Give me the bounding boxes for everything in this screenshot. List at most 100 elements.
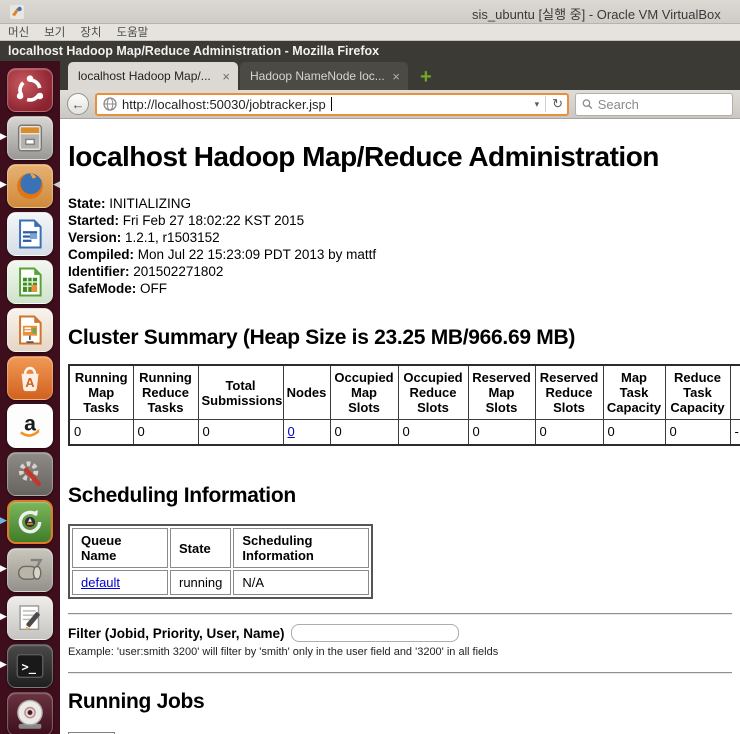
table-row: default running N/A [72, 570, 369, 595]
cell-truncated: - [730, 420, 740, 446]
tab-strip: localhost Hadoop Map/... × Hadoop NameNo… [60, 61, 740, 90]
divider [68, 613, 732, 615]
running-jobs-heading: Running Jobs [68, 690, 740, 714]
printer-roller-icon[interactable] [7, 548, 53, 592]
running-marker-firefox: ▶ [0, 180, 7, 189]
col-header: Map Task Capacity [603, 365, 665, 420]
col-header: Scheduling Information [233, 528, 369, 568]
system-settings-icon[interactable] [7, 452, 53, 496]
col-header: Ta [730, 365, 740, 420]
terminal-icon[interactable]: >_ [7, 644, 53, 688]
page-title: localhost Hadoop Map/Reduce Administrati… [68, 141, 740, 173]
libreoffice-writer-icon[interactable] [7, 212, 53, 256]
col-header: Reserved Map Slots [468, 365, 535, 420]
software-updater-icon[interactable] [7, 500, 53, 544]
scheduling-table: Queue Name State Scheduling Information … [68, 524, 373, 599]
cell-running-reduce: 0 [133, 420, 198, 446]
navigation-toolbar: ← http://localhost:50030/jobtracker.jsp … [60, 90, 740, 119]
divider [68, 672, 732, 674]
scheduling-heading: Scheduling Information [68, 484, 740, 508]
firefox-icon[interactable] [7, 164, 53, 208]
back-button[interactable]: ← [67, 93, 89, 115]
col-header: Running Reduce Tasks [133, 365, 198, 420]
cluster-summary-heading: Cluster Summary (Heap Size is 23.25 MB/9… [68, 326, 740, 350]
running-marker-terminal: ▶ [0, 660, 7, 669]
menu-help[interactable]: 도움말 [117, 24, 149, 40]
cell-running-map: 0 [69, 420, 133, 446]
queue-default-link[interactable]: default [81, 575, 120, 590]
col-header: Total Submissions [198, 365, 283, 420]
col-header: Running Map Tasks [69, 365, 133, 420]
compiled-line: Compiled: Mon Jul 22 15:23:09 PDT 2013 b… [68, 246, 740, 263]
globe-icon [103, 97, 117, 111]
menu-devices[interactable]: 장치 [80, 24, 101, 40]
libreoffice-impress-icon[interactable] [7, 308, 53, 352]
col-header: State [170, 528, 231, 568]
running-marker-notes: ▶ [0, 612, 7, 621]
unity-launcher: A a >_ ▶ ▶ ◀ ▶ ▶ ▶ ▶ [0, 61, 60, 734]
firefox-titlebar: localhost Hadoop Map/Reduce Administrati… [0, 41, 740, 61]
cell-reserved-reduce: 0 [535, 420, 603, 446]
tab-namenode[interactable]: Hadoop NameNode loc... × [240, 62, 408, 90]
cell-total-submissions: 0 [198, 420, 283, 446]
cell-reduce-capacity: 0 [665, 420, 730, 446]
col-header: Queue Name [72, 528, 168, 568]
page-content: localhost Hadoop Map/Reduce Administrati… [60, 119, 740, 734]
cell-map-capacity: 0 [603, 420, 665, 446]
col-header: Nodes [283, 365, 330, 420]
col-header: Reduce Task Capacity [665, 365, 730, 420]
identifier-line: Identifier: 201502271802 [68, 263, 740, 280]
notify-marker-updater: ▶ [0, 516, 7, 525]
cluster-summary-table: Running Map Tasks Running Reduce Tasks T… [68, 364, 740, 446]
notes-icon[interactable] [7, 596, 53, 640]
safemode-line: SafeMode: OFF [68, 280, 740, 297]
cell-queue-state: running [170, 570, 231, 595]
libreoffice-calc-icon[interactable] [7, 260, 53, 304]
menu-view[interactable]: 보기 [44, 24, 65, 40]
tab-close-icon[interactable]: × [222, 69, 230, 84]
nodes-link[interactable]: 0 [288, 424, 295, 439]
disc-icon[interactable] [7, 692, 53, 734]
vbox-menubar: 머신 보기 장치 도움말 [0, 24, 740, 41]
table-header-row: Queue Name State Scheduling Information [72, 528, 369, 568]
divider [545, 96, 546, 112]
col-header: Reserved Reduce Slots [535, 365, 603, 420]
filter-label: Filter (Jobid, Priority, User, Name) [68, 626, 285, 641]
url-bar[interactable]: http://localhost:50030/jobtracker.jsp ▾ … [95, 93, 569, 116]
vbox-titlebar: sis_ubuntu [실행 중] - Oracle VM VirtualBox [0, 0, 740, 24]
tab-jobtracker[interactable]: localhost Hadoop Map/... × [68, 62, 238, 90]
tab-label: localhost Hadoop Map/... [78, 69, 214, 83]
running-marker-cabinet: ▶ [0, 132, 7, 141]
menu-machine[interactable]: 머신 [8, 24, 29, 40]
svg-text:>_: >_ [22, 660, 37, 675]
table-header-row: Running Map Tasks Running Reduce Tasks T… [69, 365, 740, 420]
cell-queue-info: N/A [233, 570, 369, 595]
search-input[interactable] [598, 97, 726, 112]
table-row: 0 0 0 0 0 0 0 0 0 0 - [69, 420, 740, 446]
tab-close-icon[interactable]: × [392, 69, 400, 84]
cell-reserved-map: 0 [468, 420, 535, 446]
reload-icon[interactable]: ↻ [552, 96, 563, 112]
focused-marker-firefox: ◀ [53, 180, 60, 189]
status-block: State: INITIALIZING Started: Fri Feb 27 … [68, 195, 740, 297]
vbox-app-icon [9, 4, 25, 20]
url-input[interactable]: http://localhost:50030/jobtracker.jsp [122, 97, 326, 112]
filter-input[interactable] [291, 624, 459, 642]
ubuntu-bfb-icon[interactable] [7, 68, 53, 112]
state-line: State: INITIALIZING [68, 195, 740, 212]
cell-occupied-reduce: 0 [398, 420, 468, 446]
url-dropdown-icon[interactable]: ▾ [535, 99, 540, 110]
amazon-icon[interactable]: a [7, 404, 53, 448]
new-tab-button[interactable]: + [420, 67, 432, 90]
software-center-icon[interactable]: A [7, 356, 53, 400]
svg-text:a: a [24, 411, 36, 435]
cell-occupied-map: 0 [330, 420, 398, 446]
started-line: Started: Fri Feb 27 18:02:22 KST 2015 [68, 212, 740, 229]
version-line: Version: 1.2.1, r1503152 [68, 229, 740, 246]
firefox-window-title: localhost Hadoop Map/Reduce Administrati… [8, 44, 379, 58]
search-box[interactable] [575, 93, 733, 116]
file-cabinet-icon[interactable] [7, 116, 53, 160]
vbox-window-title: sis_ubuntu [실행 중] - Oracle VM VirtualBox [472, 4, 721, 23]
search-icon [582, 98, 593, 110]
tab-label: Hadoop NameNode loc... [250, 69, 384, 83]
